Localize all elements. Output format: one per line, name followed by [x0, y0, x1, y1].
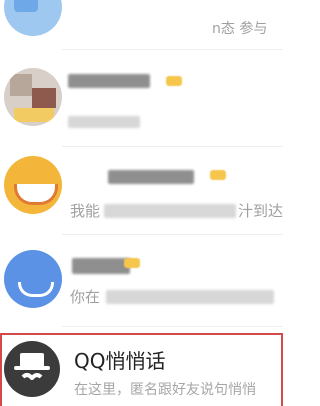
conversation-item[interactable]: n态 参与 — [0, 0, 283, 50]
vip-badge — [166, 76, 182, 86]
incognito-icon — [4, 341, 60, 397]
contact-name — [68, 74, 150, 88]
row-divider — [62, 326, 283, 327]
whisper-preview: 在这里，匿名跟好友说句悄悄 — [74, 382, 256, 398]
incognito-glyph — [14, 353, 50, 380]
message-preview: n态 参与 — [212, 21, 268, 37]
message-preview-end: 汁到达 — [238, 202, 284, 220]
row-divider — [62, 49, 283, 50]
message-preview-start: 你在 — [70, 288, 101, 306]
qq-whisper-item[interactable]: QQ悄悄话 在这里，匿名跟好友说句悄悄 — [0, 333, 283, 406]
conversation-item[interactable]: 你在 — [0, 236, 283, 327]
contact-avatar — [4, 68, 62, 126]
contact-name — [72, 258, 130, 274]
message-preview-blurred — [104, 204, 236, 218]
contact-avatar — [4, 250, 62, 308]
conversation-item[interactable]: 我能 汁到达 — [0, 146, 284, 235]
contact-avatar — [4, 156, 62, 214]
message-preview — [68, 116, 140, 128]
contact-avatar — [4, 0, 62, 36]
message-preview-blurred — [106, 290, 274, 304]
conversation-item[interactable] — [0, 58, 283, 147]
message-preview-start: 我能 — [70, 202, 101, 220]
vip-badge — [210, 170, 226, 180]
contact-name — [108, 170, 194, 184]
whisper-title: QQ悄悄话 — [74, 349, 166, 373]
row-divider — [62, 234, 283, 235]
vip-badge — [124, 258, 140, 268]
